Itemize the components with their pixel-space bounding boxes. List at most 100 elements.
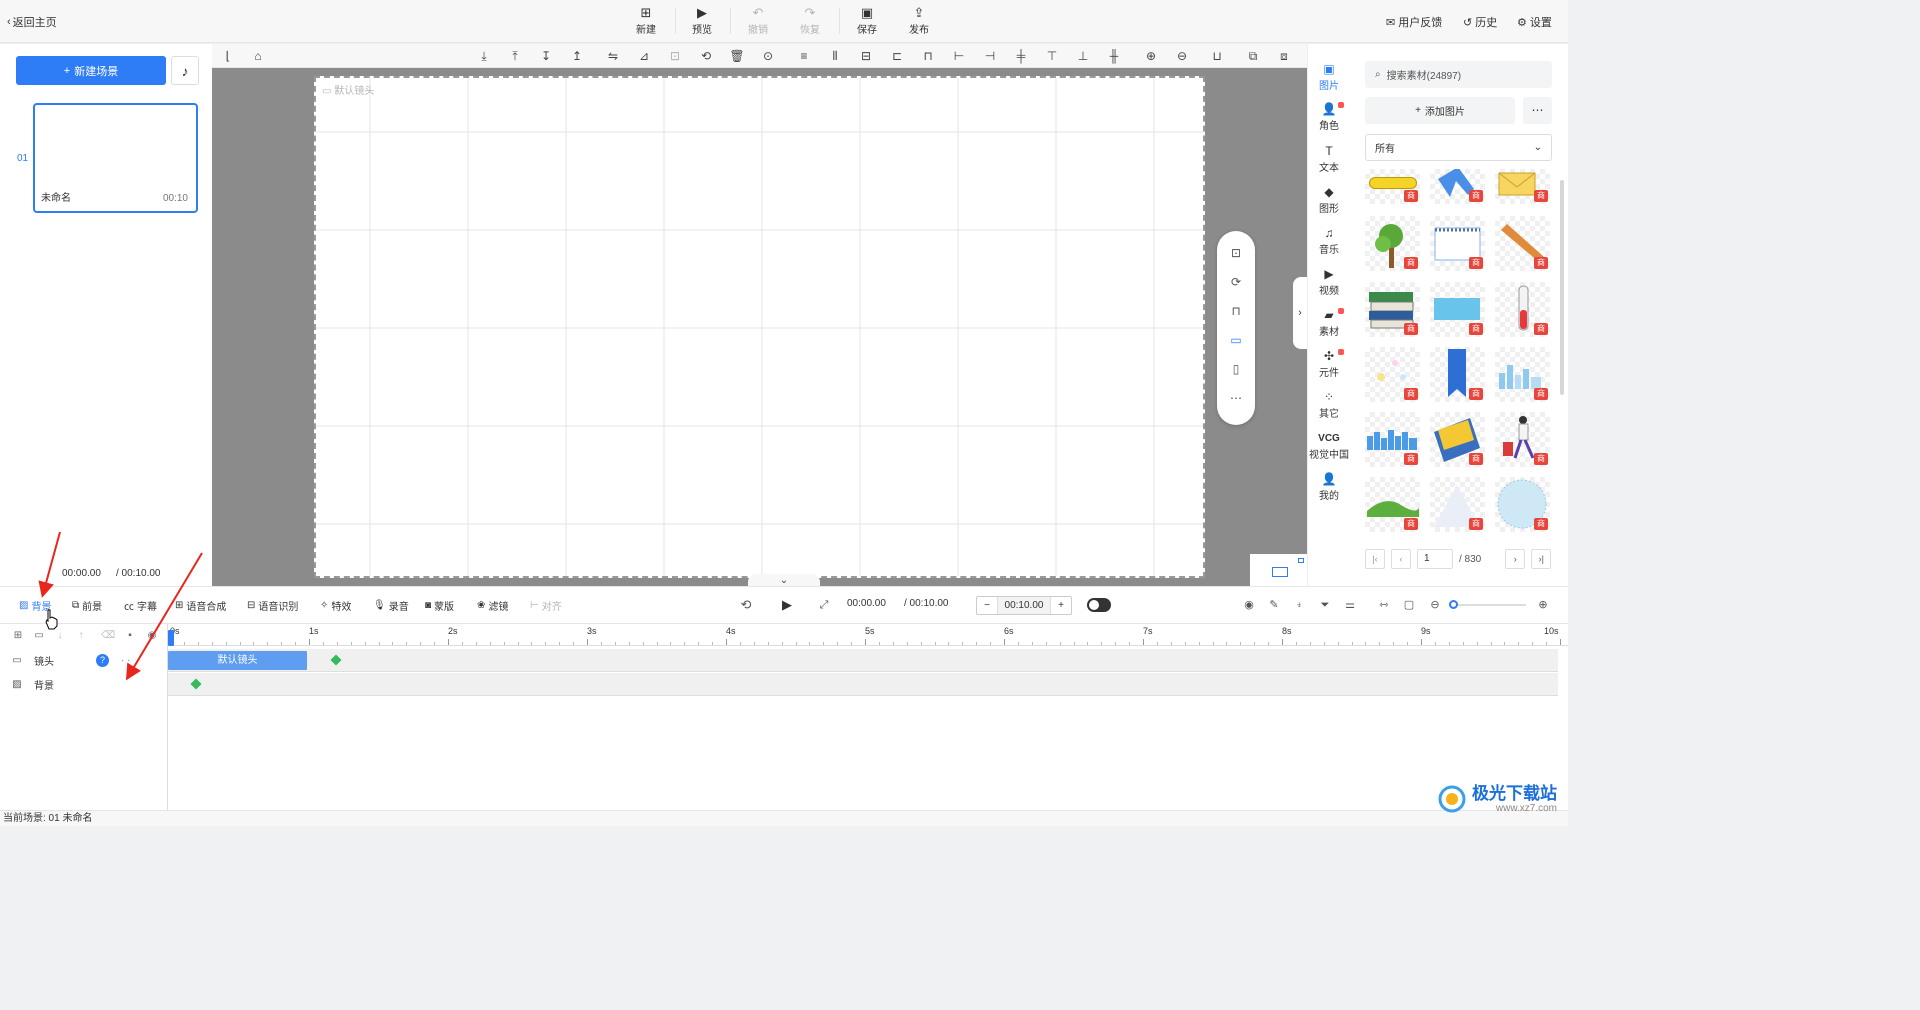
move-top-icon[interactable]: ⤒ — [507, 48, 523, 64]
align-top-icon[interactable]: ⊤ — [1044, 48, 1060, 64]
tab-component[interactable]: ✣ 元件 — [1308, 349, 1350, 379]
distribute-h-icon[interactable]: ⫴ — [827, 48, 843, 64]
asset-tile-yellow-bar[interactable]: 商 — [1365, 169, 1420, 204]
tab-video[interactable]: ▶ 视频 — [1308, 267, 1350, 297]
distribute-v-icon[interactable]: ╫ — [1106, 48, 1122, 64]
feedback-button[interactable]: ✉ 用户反馈 — [1386, 14, 1442, 30]
home-icon[interactable]: ⌂ — [250, 48, 266, 64]
desktop-view-icon[interactable]: ▭ — [1228, 332, 1244, 348]
align-bottom-icon[interactable]: ⊥ — [1075, 48, 1091, 64]
minus-icon[interactable]: − — [977, 600, 997, 611]
edit-icon[interactable]: ✎ — [1267, 598, 1281, 612]
align-button[interactable]: ⊢ 对齐 — [530, 598, 562, 613]
scene-music-button[interactable]: ♪ — [171, 56, 199, 85]
asset-tile-test-tube[interactable]: 商 — [1495, 282, 1550, 337]
stage-canvas[interactable]: ▭ 默认镜头 — [314, 76, 1205, 578]
asset-tile-books[interactable]: 商 — [1365, 282, 1420, 337]
zoom-out-icon[interactable]: ⊖ — [1174, 48, 1190, 64]
tab-mine[interactable]: 👤 我的 — [1308, 472, 1350, 502]
new-scene-button[interactable]: + 新建场景 — [16, 56, 166, 85]
flip-vertical-icon[interactable]: ⊿ — [636, 48, 652, 64]
align-top-edge-icon[interactable]: ⊓ — [920, 48, 936, 64]
next-page-button[interactable]: › — [1505, 549, 1526, 569]
expand-panel-button[interactable]: › — [1293, 277, 1307, 349]
asset-tile-blue-rect[interactable]: 商 — [1430, 282, 1485, 337]
add-image-button[interactable]: + 添加图片 — [1365, 97, 1515, 124]
first-page-button[interactable]: |‹ — [1365, 549, 1385, 569]
publish-button[interactable]: ⇪ 发布 — [899, 5, 939, 36]
align-center-h-icon[interactable]: ≡ — [796, 48, 812, 64]
move-up-icon[interactable]: ↥ — [569, 48, 585, 64]
rotate-icon[interactable]: ⟲ — [698, 48, 714, 64]
actual-size-icon[interactable]: ▢ — [1402, 598, 1416, 612]
asset-tile-dotted-circle[interactable]: 商 — [1495, 477, 1550, 532]
fit-width-icon[interactable]: ⇿ — [1377, 598, 1391, 612]
history-button[interactable]: ↺ 历史 — [1463, 14, 1497, 30]
tab-material[interactable]: ▰ 素材 — [1308, 308, 1350, 338]
move-bottom-icon[interactable]: ⤓ — [476, 48, 492, 64]
camera-icon[interactable]: ◉ — [1242, 598, 1256, 612]
asset-search-input[interactable]: ⌕ 搜索素材(24897) — [1365, 61, 1552, 88]
prev-page-button[interactable]: ‹ — [1391, 549, 1411, 569]
screenshot-icon[interactable]: ⊡ — [1228, 245, 1244, 261]
replay-icon[interactable]: ⟲ — [739, 598, 753, 612]
align-middle-icon[interactable]: ⊟ — [858, 48, 874, 64]
asset-tile-notepad[interactable]: 商 — [1430, 216, 1485, 271]
new-button[interactable]: ⊞ 新建 — [626, 5, 666, 36]
asset-tile-pencil[interactable]: 商 — [1495, 216, 1550, 271]
align-vcenter-icon[interactable]: ╪ — [1013, 48, 1029, 64]
duration-value[interactable]: 00:10.00 — [997, 597, 1051, 614]
back-home-link[interactable]: ‹ 返回主页 — [7, 14, 57, 30]
plus-icon[interactable]: + — [1051, 600, 1071, 611]
toggle-switch[interactable] — [1087, 598, 1111, 612]
split-icon[interactable]: ⍖ — [1292, 598, 1306, 612]
minimap[interactable] — [1250, 554, 1307, 586]
tab-character[interactable]: 👤 角色 — [1308, 102, 1350, 132]
preview-button[interactable]: ▶ 预览 — [682, 5, 722, 36]
camera-track-row[interactable]: 默认镜头 — [168, 649, 1558, 672]
background-track-row[interactable] — [168, 673, 1558, 696]
funnel-icon[interactable]: ⏷ — [1318, 598, 1332, 612]
duration-stepper[interactable]: − 00:10.00 + — [976, 596, 1072, 615]
undo-button[interactable]: ↶ 撤销 — [738, 5, 778, 36]
asset-tile-grass-hill[interactable]: 商 — [1365, 477, 1420, 532]
asset-tile-tree[interactable]: 商 — [1365, 216, 1420, 271]
mask-button[interactable]: ◙ 蒙版 — [425, 598, 454, 613]
asset-scrollbar[interactable] — [1560, 180, 1564, 395]
tab-music[interactable]: ♫ 音乐 — [1308, 226, 1350, 256]
unlock-icon[interactable]: ⊔ — [1209, 48, 1225, 64]
ruler-icon[interactable]: ⌊ — [220, 48, 236, 64]
fit-icon[interactable]: ⊙ — [760, 48, 776, 64]
align-left-edge-icon[interactable]: ⊏ — [889, 48, 905, 64]
move-down-icon[interactable]: ↧ — [538, 48, 554, 64]
timeline-zoom-slider[interactable] — [1449, 600, 1526, 609]
scene-thumbnail[interactable]: 未命名 00:10 — [33, 103, 198, 213]
timeline-ruler[interactable]: 0s 1s 2s 3s 4s 5s 6s 7s 8s 9s 10s — [168, 624, 1568, 646]
asset-tile-blue-skyline[interactable]: 商 — [1365, 412, 1420, 467]
settings-button[interactable]: ⚙ 设置 — [1517, 14, 1552, 30]
save-button[interactable]: ▣ 保存 — [847, 5, 887, 36]
zoom-in-icon[interactable]: ⊕ — [1536, 598, 1550, 612]
delete-icon[interactable]: 🗑 — [729, 48, 745, 64]
tab-text[interactable]: T 文本 — [1308, 144, 1350, 174]
last-page-button[interactable]: ›| — [1531, 549, 1552, 569]
slider-knob[interactable] — [1449, 600, 1458, 609]
copy-icon[interactable]: ⧉ — [1245, 48, 1261, 64]
rotate-view-icon[interactable]: ⟳ — [1228, 274, 1244, 290]
effects-button[interactable]: ✧ 特效 — [320, 598, 351, 613]
filter-button[interactable]: ❀ 滤镜 — [477, 598, 508, 613]
tab-vcg[interactable]: VCG 视觉中国 — [1308, 431, 1350, 461]
asset-filter-select[interactable]: 所有 ⌄ — [1365, 134, 1552, 161]
asset-tile-city-skyline[interactable]: 商 — [1495, 347, 1550, 402]
tab-image[interactable]: ▣ 图片 — [1308, 62, 1350, 92]
flip-horizontal-icon[interactable]: ⇋ — [605, 48, 621, 64]
fullscreen-icon[interactable]: ⤢ — [817, 598, 831, 612]
add-keyframe-icon[interactable] — [328, 652, 344, 668]
asset-tile-white-triangle[interactable]: 商 — [1430, 477, 1485, 532]
tab-other[interactable]: ⁘ 其它 — [1308, 390, 1350, 420]
align-right-icon[interactable]: ⊣ — [982, 48, 998, 64]
adjust-icon[interactable]: ⚌ — [1343, 598, 1357, 612]
asset-tile-bookmark[interactable]: 商 — [1430, 347, 1485, 402]
lock-icon[interactable]: ⊡ — [667, 48, 683, 64]
lock-view-icon[interactable]: ⊓ — [1228, 303, 1244, 319]
